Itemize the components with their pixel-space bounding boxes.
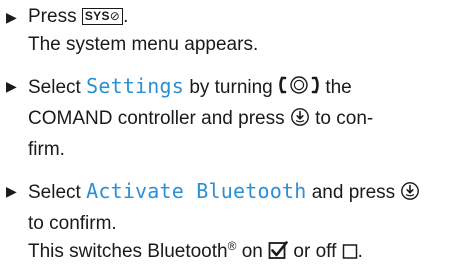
step-1-line-1: Press SYS⊘. — [28, 3, 453, 31]
select-text: Select — [28, 77, 81, 98]
to-con-text: to con- — [315, 108, 374, 129]
instruction-page: ▶ Press SYS⊘. The system menu appears. ▶… — [0, 0, 459, 266]
controller-press-icon — [400, 181, 420, 210]
or-off-text: or off — [293, 241, 337, 262]
clock-icon: ⊘ — [109, 9, 121, 23]
switch-text-b: on — [241, 241, 263, 262]
step-1-period: . — [123, 6, 129, 27]
step-2-line-1: Select Settings by turning the — [28, 72, 453, 105]
sys-key: SYS⊘ — [81, 8, 124, 25]
step-2-line-2: COMAND controller and press to con- — [28, 105, 453, 136]
step-2-line-3: firm. — [28, 139, 65, 160]
switch-text-a: This switches Bluetooth — [28, 241, 228, 262]
step-bullet-icon: ▶ — [6, 78, 17, 94]
checkbox-unchecked-icon — [342, 241, 358, 269]
select-text: Select — [28, 182, 81, 203]
the-text: the — [325, 77, 352, 98]
step-1: ▶ Press SYS⊘. The system menu appears. — [6, 3, 453, 59]
press-text: Press — [28, 6, 77, 27]
step-3: ▶ Select Activate Bluetooth and press to… — [6, 177, 453, 269]
step-2-body: Select Settings by turning the COMAND co… — [28, 72, 453, 164]
end-period: . — [357, 241, 363, 262]
controller-rotate-icon — [278, 74, 320, 105]
registered-mark: ® — [227, 239, 237, 253]
controller-press-icon — [290, 107, 310, 136]
step-bullet-icon: ▶ — [6, 183, 17, 199]
step-3-body: Select Activate Bluetooth and press to c… — [28, 177, 453, 269]
step-3-line-3: This switches Bluetooth® on or off . — [28, 238, 453, 269]
checkbox-checked-icon — [268, 240, 288, 269]
menu-item-settings: Settings — [86, 74, 185, 98]
step-1-body: Press SYS⊘. The system menu appears. — [28, 3, 453, 59]
turning-text: by turning — [189, 77, 273, 98]
controller-text: COMAND controller and press — [28, 108, 285, 129]
step-bullet-icon: ▶ — [6, 9, 17, 25]
sys-key-label: SYS — [84, 9, 110, 23]
step-3-line-2: to confirm. — [28, 213, 117, 234]
and-press-text: and press — [311, 182, 396, 203]
step-1-result: The system menu appears. — [28, 34, 259, 55]
step-3-line-1: Select Activate Bluetooth and press — [28, 177, 453, 210]
step-2: ▶ Select Settings by turning the COMAND … — [6, 72, 453, 164]
menu-item-activate-bluetooth: Activate Bluetooth — [86, 179, 307, 203]
